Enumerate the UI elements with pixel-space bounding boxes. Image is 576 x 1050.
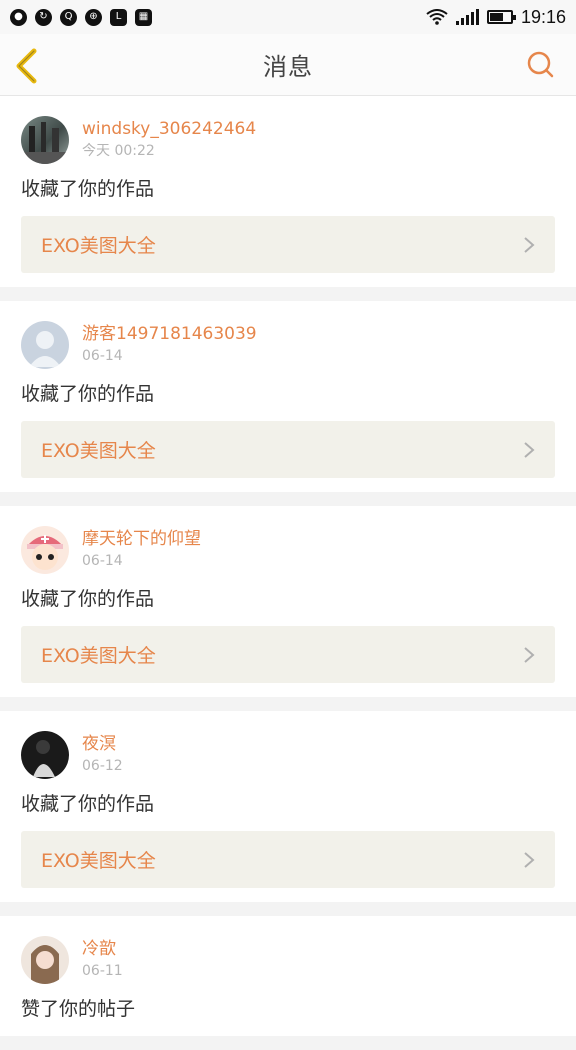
avatar[interactable] xyxy=(21,526,69,574)
username[interactable]: windsky_306242464 xyxy=(82,118,256,140)
sync-icon: ↻ xyxy=(35,8,52,26)
message-item: 游客1497181463039 06-14 收藏了你的作品 EXO美图大全 xyxy=(0,301,576,492)
username[interactable]: 游客1497181463039 xyxy=(82,323,257,345)
search-icon[interactable] xyxy=(526,50,556,80)
chevron-right-icon xyxy=(524,646,535,663)
signal-icon xyxy=(455,9,479,25)
work-title: EXO美图大全 xyxy=(41,645,156,667)
username[interactable]: 摩天轮下的仰望 xyxy=(82,528,201,550)
timestamp: 06-14 xyxy=(82,553,123,569)
timestamp: 今天 00:22 xyxy=(82,143,155,159)
wifi-icon xyxy=(426,9,448,25)
work-link[interactable]: EXO美图大全 xyxy=(21,216,555,273)
username[interactable]: 冷歆 xyxy=(82,938,123,960)
chevron-right-icon xyxy=(524,236,535,253)
timestamp: 06-14 xyxy=(82,348,123,364)
chevron-right-icon xyxy=(524,441,535,458)
message-item: 摩天轮下的仰望 06-14 收藏了你的作品 EXO美图大全 xyxy=(0,506,576,697)
username[interactable]: 夜溟 xyxy=(82,733,123,755)
status-left-icons: ● ↻ Q ⊕ L ▦ xyxy=(10,8,152,26)
chevron-right-icon xyxy=(524,851,535,868)
status-time: 19:16 xyxy=(520,6,566,27)
qq-icon: Q xyxy=(60,8,77,26)
timestamp: 06-12 xyxy=(82,758,123,774)
timestamp: 06-11 xyxy=(82,963,123,979)
page-title: 消息 xyxy=(263,53,313,81)
work-title: EXO美图大全 xyxy=(41,440,156,462)
avatar[interactable] xyxy=(21,936,69,984)
avatar[interactable] xyxy=(21,321,69,369)
action-text: 收藏了你的作品 xyxy=(21,588,155,610)
message-item: 冷歆 06-11 赞了你的帖子 xyxy=(0,916,576,1036)
work-title: EXO美图大全 xyxy=(41,235,156,257)
work-link[interactable]: EXO美图大全 xyxy=(21,831,555,888)
message-list: windsky_306242464 今天 00:22 收藏了你的作品 EXO美图… xyxy=(0,96,576,1050)
work-link[interactable]: EXO美图大全 xyxy=(21,626,555,683)
action-text: 赞了你的帖子 xyxy=(21,998,136,1020)
avatar[interactable] xyxy=(21,116,69,164)
avatar[interactable] xyxy=(21,731,69,779)
message-item: 夜溟 06-12 收藏了你的作品 EXO美图大全 xyxy=(0,711,576,902)
status-bar: ● ↻ Q ⊕ L ▦ 19:16 xyxy=(0,0,576,34)
work-link[interactable]: EXO美图大全 xyxy=(21,421,555,478)
action-text: 收藏了你的作品 xyxy=(21,793,155,815)
battery-icon xyxy=(486,10,516,24)
globe-icon: ⊕ xyxy=(85,8,102,26)
action-text: 收藏了你的作品 xyxy=(21,178,155,200)
status-right: 19:16 xyxy=(426,7,566,28)
app-icon: L xyxy=(110,8,127,26)
message-icon: ● xyxy=(10,8,27,26)
grid-icon: ▦ xyxy=(135,8,152,26)
action-text: 收藏了你的作品 xyxy=(21,383,155,405)
chevron-left-icon[interactable] xyxy=(12,48,42,84)
app-header: 消息 xyxy=(0,34,576,96)
work-title: EXO美图大全 xyxy=(41,850,156,872)
message-item: windsky_306242464 今天 00:22 收藏了你的作品 EXO美图… xyxy=(0,96,576,287)
